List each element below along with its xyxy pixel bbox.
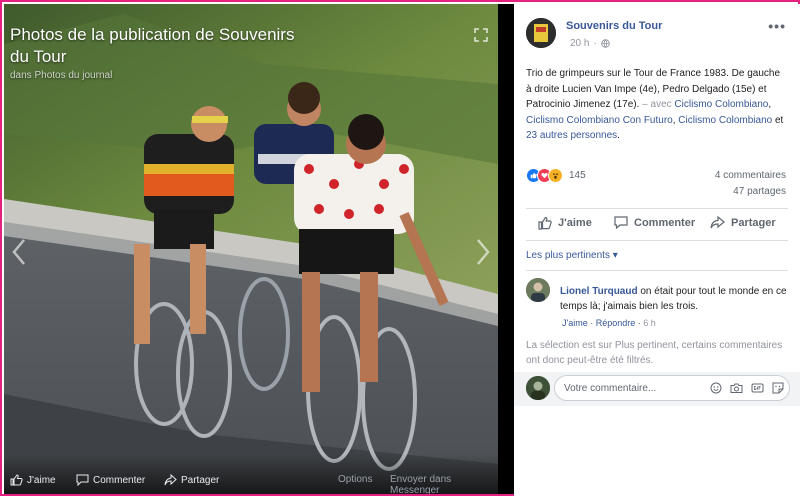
page-avatar[interactable] bbox=[526, 18, 556, 48]
share-icon bbox=[164, 474, 177, 486]
viewer-options-button[interactable]: Options bbox=[338, 474, 372, 485]
wow-reaction-icon bbox=[548, 168, 563, 183]
comment-body: Lionel Turquaud on était pour tout le mo… bbox=[560, 284, 792, 314]
tag-ciclismo-colombiano-1[interactable]: Ciclismo Colombiano bbox=[674, 99, 768, 110]
camera-icon[interactable] bbox=[730, 382, 743, 394]
viewer-action-bar: J'aime Commenter Partager Options Envoye… bbox=[4, 454, 498, 494]
like-label: J'aime bbox=[558, 217, 592, 229]
post-text: Trio de grimpeurs sur le Tour de France … bbox=[526, 66, 788, 144]
viewer-gutter bbox=[498, 4, 514, 494]
comment-actions: J'aime · Répondre · 6 h bbox=[562, 318, 656, 328]
comment-icon bbox=[614, 216, 628, 229]
post-time[interactable]: 20 h bbox=[570, 38, 589, 49]
share-button[interactable]: Partager bbox=[710, 216, 776, 229]
post-sidebar: Souvenirs du Tour 20 h · ••• Trio de gri… bbox=[514, 4, 800, 496]
post-meta: 20 h · bbox=[570, 38, 610, 49]
viewer-options-label: Options bbox=[338, 474, 373, 485]
sticker-icon[interactable] bbox=[772, 382, 784, 394]
comment-label: Commenter bbox=[634, 216, 696, 229]
post-end: . bbox=[617, 130, 620, 141]
tag-others-link[interactable]: 23 autres personnes bbox=[526, 130, 617, 141]
comment-icon bbox=[76, 474, 89, 486]
reactions-summary[interactable]: 145 bbox=[526, 168, 586, 183]
share-icon bbox=[710, 216, 725, 229]
user-photo-icon bbox=[526, 376, 550, 400]
thumbs-up-icon bbox=[538, 216, 552, 230]
photo-viewer[interactable]: Photos de la publication de Souvenirs du… bbox=[4, 4, 498, 494]
viewer-comment-button[interactable]: Commenter bbox=[76, 474, 145, 486]
viewer-like-label: J'aime bbox=[27, 474, 56, 486]
tag-ciclismo-colombiano-con-futuro[interactable]: Ciclismo Colombiano Con Futuro bbox=[526, 115, 673, 126]
next-photo-icon[interactable] bbox=[472, 238, 492, 266]
person-photo-icon bbox=[526, 278, 550, 302]
reaction-count: 145 bbox=[569, 170, 586, 181]
viewer-send-label: Envoyer dans Messenger bbox=[390, 474, 452, 494]
tag-and: et bbox=[772, 114, 784, 126]
comments-count-link[interactable]: 4 commentaires bbox=[715, 170, 786, 181]
photo-title: Photos de la publication de Souvenirs du… bbox=[10, 25, 295, 66]
tag-sep-1: , bbox=[768, 99, 772, 110]
divider bbox=[526, 208, 788, 209]
composer-icons bbox=[710, 382, 784, 394]
meta-dot: · bbox=[593, 38, 597, 49]
comment-author-link[interactable]: Lionel Turquaud bbox=[560, 286, 638, 297]
globe-icon[interactable] bbox=[601, 39, 610, 48]
page-name-link[interactable]: Souvenirs du Tour bbox=[566, 20, 662, 32]
thumbs-up-icon bbox=[10, 474, 23, 486]
current-user-avatar[interactable] bbox=[526, 376, 550, 400]
comment-reply-link[interactable]: Répondre bbox=[596, 318, 636, 328]
page-logo-icon bbox=[526, 18, 556, 48]
comment-like-link[interactable]: J'aime bbox=[562, 318, 588, 328]
divider bbox=[526, 270, 788, 271]
viewer-comment-label: Commenter bbox=[93, 474, 146, 486]
emoji-icon[interactable] bbox=[710, 382, 722, 394]
comment-sort-dropdown[interactable]: Les plus pertinents ▾ bbox=[526, 250, 618, 261]
photo-album-link[interactable]: dans Photos du journal bbox=[10, 70, 112, 81]
with-prefix: – avec bbox=[639, 99, 675, 110]
fullscreen-icon[interactable] bbox=[474, 28, 488, 42]
comment-time[interactable]: 6 h bbox=[643, 318, 656, 328]
like-button[interactable]: J'aime bbox=[538, 216, 592, 230]
filter-note: La sélection est sur Plus pertinent, cer… bbox=[526, 340, 783, 366]
viewer-share-button[interactable]: Partager bbox=[164, 474, 219, 486]
shares-count-link[interactable]: 47 partages bbox=[733, 186, 786, 197]
comment-button[interactable]: Commenter bbox=[614, 216, 695, 229]
viewer-send-messenger-button[interactable]: Envoyer dans Messenger bbox=[390, 474, 498, 494]
prev-photo-icon[interactable] bbox=[10, 238, 30, 266]
commenter-avatar[interactable] bbox=[526, 278, 550, 302]
tag-ciclismo-colombiano-2[interactable]: Ciclismo Colombiano bbox=[678, 115, 772, 126]
viewer-share-label: Partager bbox=[181, 474, 220, 486]
window-frame: Photos de la publication de Souvenirs du… bbox=[0, 0, 800, 496]
post-options-button[interactable]: ••• bbox=[768, 18, 786, 34]
gif-icon[interactable] bbox=[751, 382, 764, 394]
divider bbox=[526, 240, 788, 241]
viewer-like-button[interactable]: J'aime bbox=[10, 474, 56, 486]
share-label: Partager bbox=[731, 216, 776, 229]
